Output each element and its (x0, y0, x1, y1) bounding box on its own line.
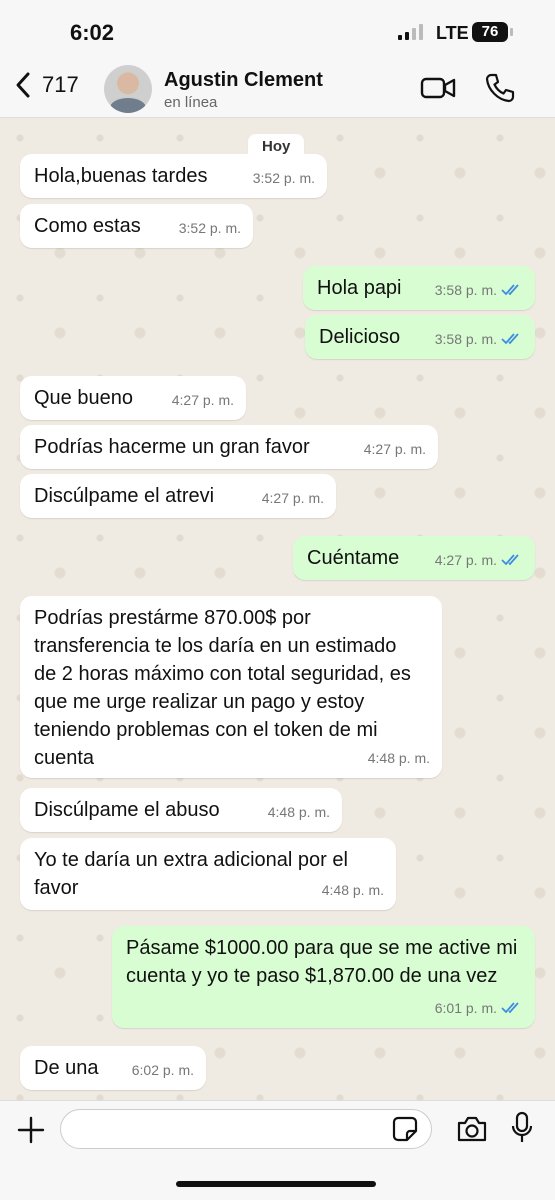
read-ticks-icon (501, 1002, 519, 1014)
message-time: 3:52 p. m. (179, 214, 241, 242)
message-text: Podrías prestárme 870.00$ por transferen… (34, 607, 411, 769)
message-bubble-incoming[interactable]: Que bueno 4:27 p. m. (20, 376, 246, 420)
message-text: Que bueno (34, 387, 133, 409)
time-label: 4:48 p. m. (367, 750, 430, 766)
message-bubble-outgoing[interactable]: Pásame $1000.00 para que se me active mi… (112, 926, 535, 1028)
read-ticks-icon (501, 554, 519, 566)
time-label: 3:52 p. m. (252, 170, 315, 186)
time-label: 4:27 p. m. (363, 441, 426, 457)
message-time: 6:01 p. m. (435, 994, 523, 1022)
time-label: 3:58 p. m. (434, 282, 497, 298)
message-bubble-incoming[interactable]: Hola,buenas tardes 3:52 p. m. (20, 154, 327, 198)
status-bar: 6:02 LTE 76 (0, 0, 555, 62)
message-time: 6:02 p. m. (132, 1056, 194, 1084)
message-time: 4:48 p. m. (368, 744, 430, 772)
message-text: Pásame $1000.00 para que se me active mi… (126, 937, 518, 987)
signal-icon (398, 24, 423, 40)
time-label: 6:01 p. m. (434, 1000, 497, 1016)
message-text: Discúlpame el atrevi (34, 485, 215, 507)
message-bubble-outgoing[interactable]: Hola papi 3:58 p. m. (303, 266, 535, 310)
message-bubble-incoming[interactable]: Podrías hacerme un gran favor 4:27 p. m. (20, 425, 438, 469)
message-time: 4:27 p. m. (262, 484, 324, 512)
battery-icon: 76 (472, 22, 508, 42)
back-button[interactable]: 717 (12, 70, 79, 100)
message-time: 4:27 p. m. (364, 435, 426, 463)
battery-tip (510, 28, 513, 36)
message-bubble-incoming[interactable]: Discúlpame el abuso 4:48 p. m. (20, 788, 342, 832)
message-text: De una (34, 1057, 99, 1079)
read-ticks-icon (501, 333, 519, 345)
status-time: 6:02 (70, 20, 115, 45)
message-time: 4:48 p. m. (268, 798, 330, 826)
message-input[interactable] (60, 1109, 432, 1149)
message-bubble-incoming[interactable]: Como estas 3:52 p. m. (20, 204, 253, 248)
network-label: LTE (436, 23, 469, 43)
message-time: 4:27 p. m. (172, 386, 234, 414)
contact-name[interactable]: Agustin Clement (164, 69, 323, 92)
avatar[interactable] (104, 65, 152, 113)
time-label: 4:27 p. m. (171, 392, 234, 408)
time-label: 4:27 p. m. (261, 490, 324, 506)
message-bubble-incoming[interactable]: De una 6:02 p. m. (20, 1046, 206, 1090)
time-label: 4:27 p. m. (434, 552, 497, 568)
chat-area[interactable]: Hoy Hola,buenas tardes 3:52 p. m. Como e… (0, 118, 555, 1100)
message-text: Cuéntame (307, 547, 400, 569)
camera-icon[interactable] (456, 1115, 488, 1143)
time-label: 4:48 p. m. (321, 882, 384, 898)
chat-header: 717 Agustin Clement en línea (0, 62, 555, 118)
sticker-icon[interactable] (392, 1116, 418, 1142)
chevron-left-icon (16, 72, 30, 98)
time-label: 3:52 p. m. (178, 220, 241, 236)
microphone-icon[interactable] (510, 1111, 534, 1145)
message-time: 4:48 p. m. (322, 876, 384, 904)
video-call-icon[interactable] (420, 75, 456, 101)
message-bubble-incoming[interactable]: Yo te daría un extra adicional por el fa… (20, 838, 396, 910)
message-text: Hola papi (317, 277, 402, 299)
message-time: 3:52 p. m. (253, 164, 315, 192)
message-text: Discúlpame el abuso (34, 799, 220, 821)
message-text: Delicioso (319, 326, 401, 348)
phone-icon[interactable] (484, 72, 516, 104)
unread-count: 717 (42, 72, 79, 97)
contact-status: en línea (164, 94, 218, 111)
message-time: 3:58 p. m. (435, 276, 523, 304)
message-text: Como estas (34, 215, 141, 237)
time-label: 4:48 p. m. (267, 804, 330, 820)
time-label: 6:02 p. m. (131, 1062, 194, 1078)
message-time: 3:58 p. m. (435, 325, 523, 353)
avatar-body (110, 98, 146, 113)
time-label: 3:58 p. m. (434, 331, 497, 347)
message-bubble-incoming[interactable]: Podrías prestárme 870.00$ por transferen… (20, 596, 442, 778)
read-ticks-icon (501, 284, 519, 296)
message-text: Hola,buenas tardes (34, 165, 208, 187)
message-bubble-incoming[interactable]: Discúlpame el atrevi 4:27 p. m. (20, 474, 336, 518)
message-bubble-outgoing[interactable]: Delicioso 3:58 p. m. (305, 315, 535, 359)
home-indicator[interactable] (176, 1181, 376, 1187)
message-bubble-outgoing[interactable]: Cuéntame 4:27 p. m. (293, 536, 535, 580)
compose-bar (0, 1100, 555, 1200)
message-text: Yo te daría un extra adicional por el fa… (34, 849, 348, 899)
plus-icon[interactable] (16, 1115, 46, 1145)
message-time: 4:27 p. m. (435, 546, 523, 574)
message-text: Podrías hacerme un gran favor (34, 436, 310, 458)
